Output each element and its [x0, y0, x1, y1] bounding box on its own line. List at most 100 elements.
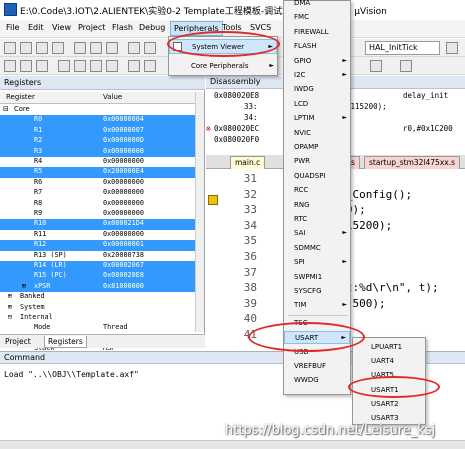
- show-next-statement-icon[interactable]: [128, 60, 140, 72]
- sysview-item-dma[interactable]: DMA: [284, 0, 350, 10]
- sysview-item-opamp[interactable]: OPAMP: [284, 141, 350, 154]
- register-group-row[interactable]: ⊞ Banked: [0, 292, 200, 302]
- reset-icon[interactable]: [4, 60, 16, 72]
- save-icon[interactable]: [36, 42, 48, 54]
- line-number: 34: [243, 218, 257, 232]
- menu-edit[interactable]: Edit: [28, 23, 44, 32]
- tab-main-c[interactable]: main.c: [230, 156, 266, 169]
- menu-item-core-peripherals[interactable]: Core Peripherals ►: [169, 59, 277, 74]
- trace-icon[interactable]: [370, 60, 382, 72]
- register-row[interactable]: R14 (LR) 0x08002067: [0, 261, 200, 272]
- cut-icon[interactable]: [74, 42, 86, 54]
- sysview-item-quadspi[interactable]: QUADSPI: [284, 170, 350, 183]
- line-number: 31: [243, 172, 257, 185]
- register-group-row[interactable]: ⊟ Internal: [0, 313, 200, 323]
- sysview-item-syscfg[interactable]: SYSCFG: [284, 285, 350, 298]
- run-icon[interactable]: [20, 60, 32, 72]
- sysview-item-rcc[interactable]: RCC: [284, 184, 350, 197]
- register-row[interactable]: R0 0x00000004: [0, 115, 200, 126]
- register-row[interactable]: R9 0x00000000: [0, 209, 200, 219]
- tree-expander-icon[interactable]: ⊞: [22, 282, 26, 290]
- sysview-item-lptim[interactable]: LPTIM ►: [284, 112, 350, 125]
- register-name: R13 (SP): [34, 250, 67, 259]
- register-row[interactable]: R8 0x00000000: [0, 199, 200, 209]
- registers-scrollbar[interactable]: [195, 92, 204, 332]
- registers-tabs: Project Registers: [0, 334, 205, 348]
- register-row[interactable]: xPSR 0x81000000: [0, 281, 200, 293]
- paste-icon[interactable]: [106, 42, 118, 54]
- step-into-icon[interactable]: [58, 60, 70, 72]
- menu-svcs[interactable]: SVCS: [250, 23, 271, 32]
- sysview-item-rtc[interactable]: RTC: [284, 213, 350, 226]
- sysview-item-swpmi1[interactable]: SWPMI1: [284, 271, 350, 284]
- registers-title: Registers: [0, 76, 205, 90]
- undo-icon[interactable]: [128, 42, 140, 54]
- save-all-icon[interactable]: [52, 42, 64, 54]
- open-file-icon[interactable]: [20, 42, 32, 54]
- sysview-item-rng[interactable]: RNG: [284, 199, 350, 212]
- sysview-item-i2c[interactable]: I2C ►: [284, 69, 350, 82]
- tree-expander-icon[interactable]: ⊞: [8, 292, 12, 300]
- sysview-item-tim[interactable]: TIM ►: [284, 299, 350, 312]
- sysview-item-gpio[interactable]: GPIO ►: [284, 55, 350, 68]
- register-name: R12: [34, 240, 47, 249]
- stop-icon[interactable]: [36, 60, 48, 72]
- copy-icon[interactable]: [90, 42, 102, 54]
- usart-item-lpuart1[interactable]: LPUART1: [353, 341, 425, 354]
- menu-view[interactable]: View: [52, 23, 71, 32]
- register-row[interactable]: R13 (SP) 0x20000738: [0, 251, 200, 261]
- toolbox-icon[interactable]: [400, 60, 412, 72]
- sysview-item-lcd[interactable]: LCD: [284, 98, 350, 111]
- register-row[interactable]: R10 0x080021D4: [0, 219, 200, 230]
- menu-file[interactable]: File: [6, 23, 19, 32]
- tab-project[interactable]: Project: [2, 336, 34, 348]
- register-row[interactable]: R1 0x00000007: [0, 125, 200, 137]
- sysview-item-sdmmc[interactable]: SDMMC: [284, 242, 350, 255]
- usart-item-usart2[interactable]: USART2: [353, 398, 425, 411]
- register-row[interactable]: R5 0x200000E4: [0, 167, 200, 178]
- command-window-icon[interactable]: [144, 60, 156, 72]
- line-number: 33: [243, 203, 257, 217]
- redo-icon[interactable]: [144, 42, 156, 54]
- watermark: https://blog.csdn.net/Leisure_ksj: [225, 423, 436, 438]
- register-row[interactable]: R6 0x00000000: [0, 178, 200, 188]
- register-row[interactable]: R4 0x00000000: [0, 157, 200, 167]
- sysview-item-vrefbuf[interactable]: VREFBUF: [284, 360, 350, 373]
- line-number: 39: [243, 296, 257, 310]
- register-row[interactable]: R2 0x0000000D: [0, 136, 200, 147]
- registers-header: Register Value: [0, 92, 200, 104]
- tree-core[interactable]: ⊟ Core: [0, 105, 200, 115]
- register-row[interactable]: R11 0x00000000: [0, 230, 200, 240]
- usart-item-uart4[interactable]: UART4: [353, 355, 425, 368]
- function-combo[interactable]: HAL_InitTick: [365, 41, 440, 55]
- register-row[interactable]: R12 0x00000001: [0, 240, 200, 251]
- sysview-item-flash[interactable]: FLASH: [284, 40, 350, 53]
- menu-flash[interactable]: Flash: [112, 23, 133, 32]
- tab-registers[interactable]: Registers: [44, 336, 87, 348]
- sysview-item-wwdg[interactable]: WWDG: [284, 374, 350, 387]
- register-group-row[interactable]: ⊞ System: [0, 303, 200, 313]
- run-to-cursor-icon[interactable]: [106, 60, 118, 72]
- sysview-item-firewall[interactable]: FIREWALL: [284, 26, 350, 39]
- new-file-icon[interactable]: [4, 42, 16, 54]
- menu-project[interactable]: Project: [78, 23, 105, 32]
- find-icon[interactable]: [446, 42, 458, 54]
- step-over-icon[interactable]: [74, 60, 86, 72]
- sysview-item-spi[interactable]: SPI ►: [284, 256, 350, 269]
- register-row[interactable]: R3 0x00000008: [0, 146, 200, 157]
- step-out-icon[interactable]: [90, 60, 102, 72]
- sysview-item-sai[interactable]: SAI ►: [284, 227, 350, 240]
- sysview-item-pwr[interactable]: PWR: [284, 155, 350, 168]
- sysview-item-nvic[interactable]: NVIC: [284, 127, 350, 140]
- register-group-row[interactable]: Mode Thread: [0, 323, 200, 333]
- menu-debug[interactable]: Debug: [139, 23, 165, 32]
- tree-expander-icon[interactable]: ⊞: [8, 303, 12, 311]
- sysview-item-iwdg[interactable]: IWDG: [284, 83, 350, 96]
- current-line-arrow-icon: [208, 195, 218, 205]
- sysview-item-fmc[interactable]: FMC: [284, 11, 350, 24]
- tree-expander-icon[interactable]: ⊟: [8, 313, 12, 321]
- register-row[interactable]: R15 (PC) 0x080020E8: [0, 271, 200, 282]
- tab-startup[interactable]: startup_stm32l475xx.s: [364, 156, 460, 169]
- command-output: Load "..\\OBJ\\Template.axf": [4, 370, 139, 379]
- register-row[interactable]: R7 0x00000000: [0, 188, 200, 198]
